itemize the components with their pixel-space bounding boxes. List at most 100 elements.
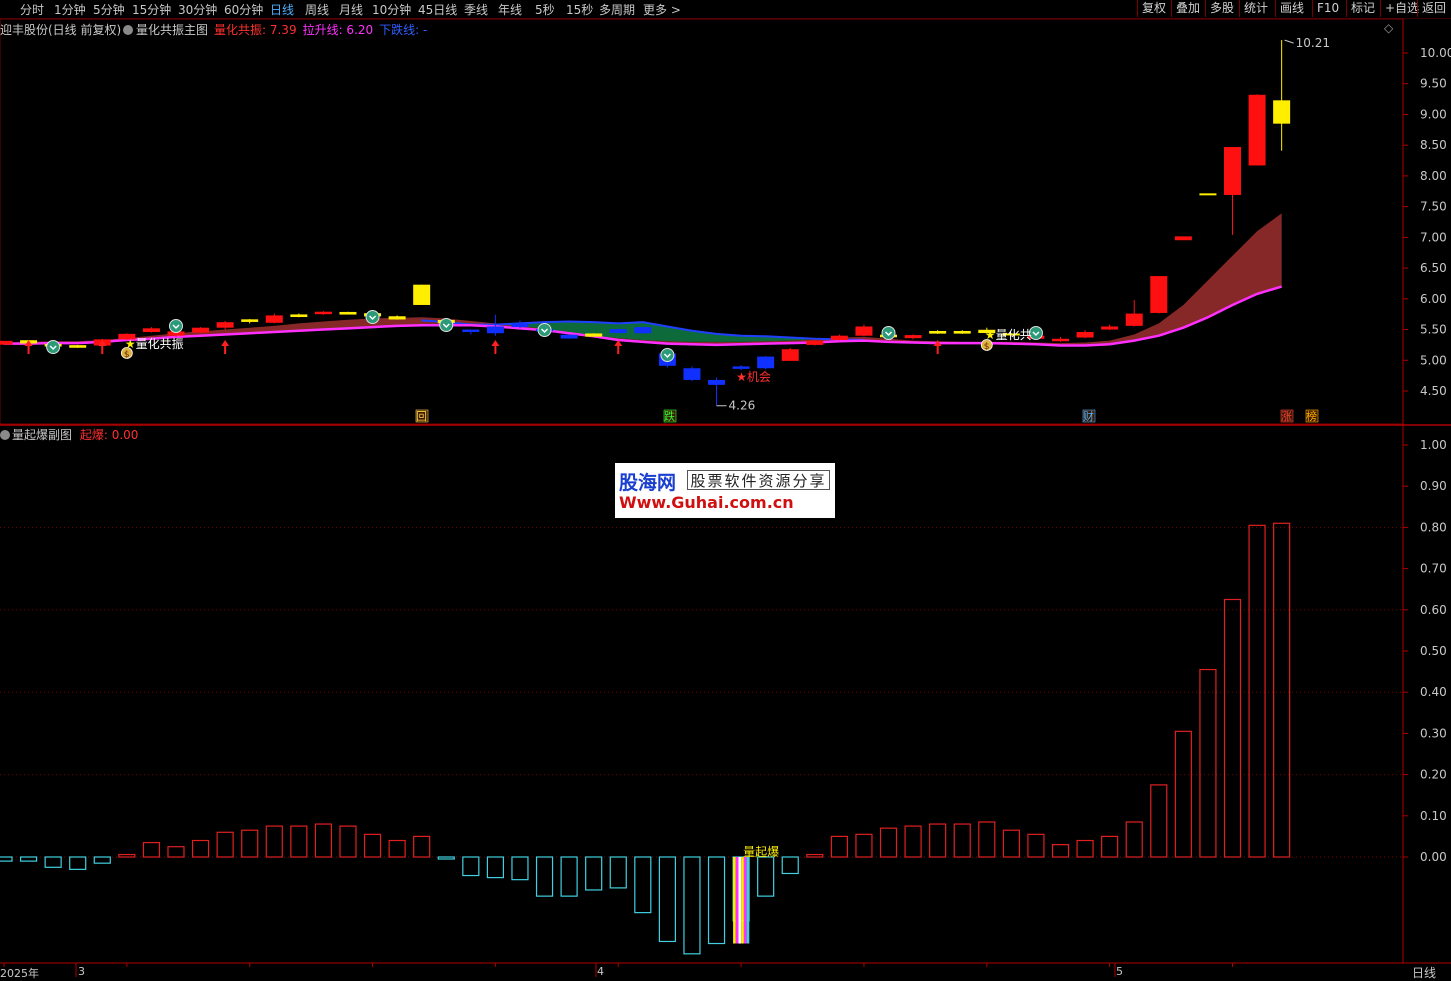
volume-burst-bar [142, 841, 161, 858]
watermark-brand: 股海网 [619, 472, 677, 494]
check-badge-icon [46, 340, 61, 354]
candle-body [1076, 332, 1094, 338]
candle-body [388, 316, 406, 320]
main-axis-label: 7.00 [1420, 230, 1447, 244]
sub-axis-label: 0.90 [1420, 479, 1447, 493]
main-axis-label: 5.00 [1420, 353, 1447, 367]
volume-burst-bar [69, 856, 87, 870]
volume-burst-bar [167, 846, 185, 858]
volume-burst-bar [1150, 784, 1168, 858]
volume-burst-bar [1125, 821, 1143, 858]
candle-body [609, 329, 627, 334]
candle-body [192, 327, 210, 333]
sub-axis-label: 0.20 [1420, 768, 1447, 782]
main-axis-label: 5.50 [1420, 323, 1447, 337]
signal-star-label: ★量化共振 [125, 337, 184, 351]
volume-burst-bar [1248, 524, 1266, 858]
main-axis-label: 6.50 [1420, 261, 1447, 275]
volume-burst-bar [437, 856, 455, 860]
burst-signal-bar [735, 857, 739, 944]
volume-burst-bar [855, 833, 873, 858]
volume-burst-bar [191, 839, 210, 858]
check-badge-icon [881, 326, 896, 340]
volume-burst-bar [241, 829, 259, 858]
volume-burst-bar [486, 856, 504, 879]
volume-burst-bar [93, 856, 111, 864]
candle-body [560, 334, 578, 339]
burst-signal-bar [746, 857, 750, 944]
main-axis-label: 4.50 [1420, 384, 1447, 398]
main-legend: 量化共振: 7.39 拉升线: 6.20 下跌线: - [214, 21, 433, 38]
sub-axis-label: 0.50 [1420, 644, 1447, 658]
candle-body [462, 329, 480, 333]
gear-icon[interactable] [0, 430, 10, 440]
buy-arrow-icon [491, 340, 500, 354]
main-indicator-name[interactable]: 量化共振主图 [123, 21, 208, 38]
burst-signal-label: 量起爆 [743, 845, 779, 859]
sub-indicator-label: 量起爆副图 [12, 428, 73, 442]
candle-body [757, 356, 775, 369]
candle-body [511, 323, 529, 328]
month-label-3: 3 [78, 965, 85, 978]
sub-axis-label: 0.40 [1420, 685, 1447, 699]
check-badge-icon [168, 319, 183, 333]
sub-axis-label: 1.00 [1420, 438, 1447, 452]
volume-burst-bar [1101, 835, 1119, 858]
period-indicator[interactable]: 日线 [1412, 964, 1436, 981]
gear-icon[interactable] [123, 25, 133, 35]
event-marker-text: 涨 [1281, 410, 1292, 423]
sub-axis-label: 0.60 [1420, 603, 1447, 617]
candle-body [904, 335, 922, 339]
volume-burst-bar [609, 856, 627, 889]
money-bag-icon: $ [984, 342, 990, 352]
legend-item-2: 下跌线: - [379, 23, 428, 37]
sub-axis-label: 0.30 [1420, 726, 1447, 740]
candle-body [314, 311, 332, 315]
volume-burst-bar [953, 823, 971, 858]
volume-burst-bar [1199, 668, 1217, 858]
volume-burst-bar [0, 856, 13, 862]
candle-body [290, 314, 308, 318]
burst-signal-bar [743, 857, 747, 944]
candle-body [732, 366, 750, 369]
candle-body [265, 315, 283, 323]
volume-burst-bar [1223, 598, 1242, 858]
candle-body [929, 331, 947, 334]
money-bag-icon: $ [124, 350, 130, 360]
main-axis-label: 9.50 [1420, 77, 1447, 91]
sub-axis-label: 0.80 [1420, 520, 1447, 534]
sub-legend: 起爆: 0.00 [79, 428, 139, 442]
candle-body [855, 326, 873, 336]
main-axis-label: 7.50 [1420, 200, 1447, 214]
volume-burst-bar [806, 853, 824, 858]
volume-burst-bar [388, 839, 406, 858]
candle-body [1125, 313, 1143, 326]
volume-burst-bar [314, 823, 333, 858]
candle-body [708, 379, 726, 385]
volume-burst-bar [216, 831, 234, 858]
candle-body [683, 368, 701, 380]
candle-body [339, 311, 357, 315]
volume-burst-bar [511, 856, 529, 881]
candle-body [781, 349, 799, 361]
candle-body [69, 345, 87, 348]
candle-body [142, 328, 160, 333]
stock-title: 迎丰股份(日线 前复权) [0, 23, 122, 37]
candle-body [953, 331, 971, 334]
volume-burst-bar [19, 856, 38, 862]
volume-burst-bar [781, 856, 799, 875]
volume-burst-bar [290, 825, 308, 858]
volume-burst-bar [560, 856, 578, 897]
volume-burst-bar [265, 825, 283, 858]
candle-body [413, 284, 431, 305]
watermark-url: Www.Guhai.com.cn [619, 493, 794, 512]
sub-axis-label: 0.70 [1420, 562, 1447, 576]
volume-burst-bar [904, 825, 922, 858]
burst-signal-bar [733, 857, 736, 944]
volume-burst-bar [1051, 844, 1070, 858]
volume-burst-bar [830, 835, 848, 858]
sub-indicator-name[interactable]: 量起爆副图 起爆: 0.00 [0, 426, 138, 443]
volume-burst-bar [118, 853, 136, 858]
candle-body [0, 340, 13, 345]
diamond-icon[interactable]: ◇ [1384, 21, 1393, 35]
